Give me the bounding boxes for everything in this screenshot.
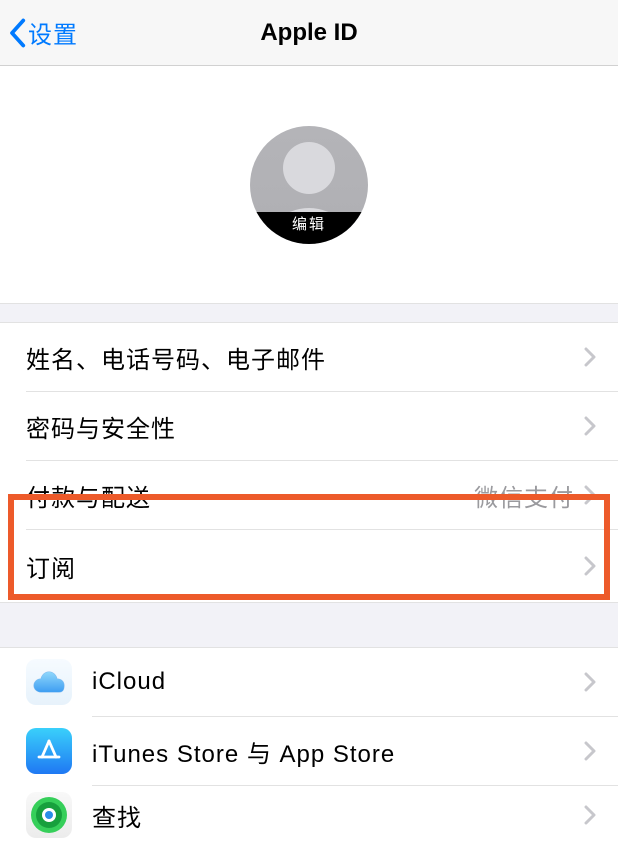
- icloud-row[interactable]: iCloud: [0, 648, 618, 716]
- profile-section: 编辑: [0, 66, 618, 304]
- chevron-right-icon: [584, 672, 596, 692]
- row-label: 付款与配送: [26, 478, 474, 513]
- page-title: Apple ID: [0, 19, 618, 47]
- findmy-row[interactable]: 查找: [0, 786, 618, 844]
- services-group: iCloud iTunes Store 与 App Store 查找: [0, 648, 618, 844]
- findmy-icon: [26, 792, 72, 838]
- chevron-right-icon: [584, 347, 596, 367]
- row-label: 密码与安全性: [26, 409, 584, 444]
- avatar-head-icon: [283, 142, 335, 194]
- icloud-icon: [26, 659, 72, 705]
- payment-shipping-row[interactable]: 付款与配送 微信支付: [0, 461, 618, 529]
- chevron-right-icon: [584, 556, 596, 576]
- account-group: 姓名、电话号码、电子邮件 密码与安全性 付款与配送 微信支付 订阅: [0, 323, 618, 602]
- section-gap: [0, 304, 618, 323]
- row-label: 查找: [92, 798, 584, 833]
- section-gap: [0, 602, 618, 648]
- password-security-row[interactable]: 密码与安全性: [0, 392, 618, 460]
- back-button[interactable]: 设置: [0, 15, 78, 50]
- row-label: iCloud: [92, 668, 584, 696]
- chevron-right-icon: [584, 805, 596, 825]
- appstore-icon: [26, 728, 72, 774]
- itunes-appstore-row[interactable]: iTunes Store 与 App Store: [0, 717, 618, 785]
- row-label: iTunes Store 与 App Store: [92, 734, 584, 769]
- chevron-right-icon: [584, 416, 596, 436]
- avatar[interactable]: 编辑: [250, 126, 368, 244]
- row-label: 姓名、电话号码、电子邮件: [26, 340, 584, 375]
- name-phone-email-row[interactable]: 姓名、电话号码、电子邮件: [0, 323, 618, 391]
- chevron-right-icon: [584, 741, 596, 761]
- row-value: 微信支付: [474, 478, 574, 513]
- chevron-left-icon: [8, 18, 26, 48]
- back-label: 设置: [28, 15, 78, 50]
- subscription-row[interactable]: 订阅: [0, 530, 618, 602]
- chevron-right-icon: [584, 485, 596, 505]
- avatar-edit-label: 编辑: [250, 212, 368, 244]
- nav-bar: 设置 Apple ID: [0, 0, 618, 66]
- row-label: 订阅: [26, 549, 584, 584]
